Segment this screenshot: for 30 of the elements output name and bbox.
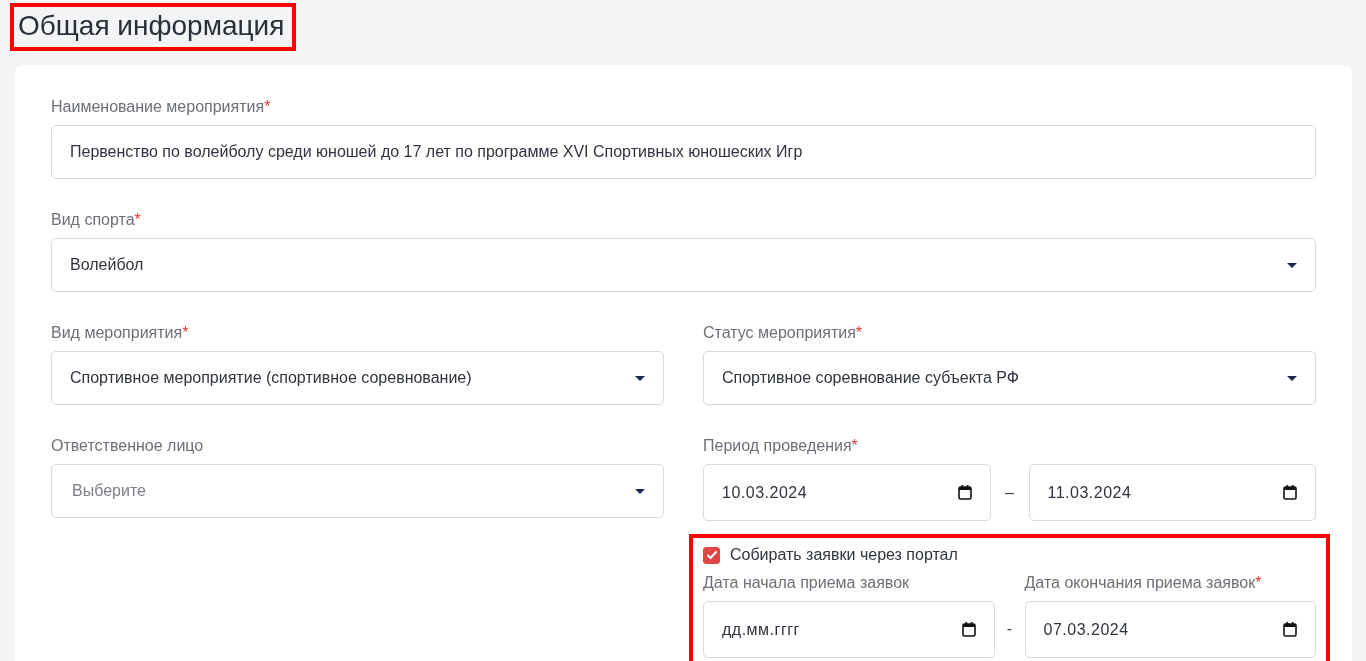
page-title: Общая информация	[10, 3, 297, 51]
field-label: Наименование мероприятия*	[51, 98, 272, 116]
caret-icon	[635, 375, 645, 381]
caret-icon	[1287, 262, 1297, 268]
checkbox[interactable]	[703, 546, 720, 564]
dropdown-field[interactable]: Спортивное соревнование субъекта РФ	[703, 351, 1316, 405]
date-field[interactable]: 07.03.2024	[1024, 601, 1316, 658]
calendar-icon	[1283, 622, 1297, 637]
range-separator: -	[1005, 620, 1014, 639]
dropdown-field[interactable]: Выберите	[51, 464, 664, 518]
field-label: Статус мероприятия*	[703, 324, 864, 342]
checkbox-label: Собирать заявки через портал	[730, 546, 958, 564]
field-label: Ответственное лицо	[51, 437, 205, 455]
calendar-icon	[1283, 485, 1297, 500]
range-separator: –	[1004, 483, 1015, 502]
caret-icon	[1287, 375, 1297, 381]
text-field[interactable]: Первенство по волейболу среди юношей до 17 лет по программе XVI Спортивных юношеских Игр	[51, 125, 1316, 179]
dropdown-field[interactable]: Волейбол	[51, 238, 1316, 292]
date-field[interactable]: 10.03.2024	[703, 464, 991, 521]
field-label: Дата окончания приема заявок*	[1024, 574, 1263, 592]
field-label: Вид спорта*	[51, 211, 142, 229]
calendar-icon	[961, 622, 976, 637]
field-label: Дата начала приема заявок	[703, 574, 911, 592]
calendar-icon	[957, 485, 972, 500]
date-field[interactable]: дд.мм.гггг	[703, 601, 995, 658]
dropdown-field[interactable]: Спортивное мероприятие (спортивное соревнование)	[51, 351, 664, 405]
field-label: Период проведения*	[703, 437, 859, 455]
caret-icon	[635, 488, 645, 494]
field-label: Вид мероприятия*	[51, 324, 190, 342]
date-field[interactable]: 11.03.2024	[1028, 464, 1316, 521]
